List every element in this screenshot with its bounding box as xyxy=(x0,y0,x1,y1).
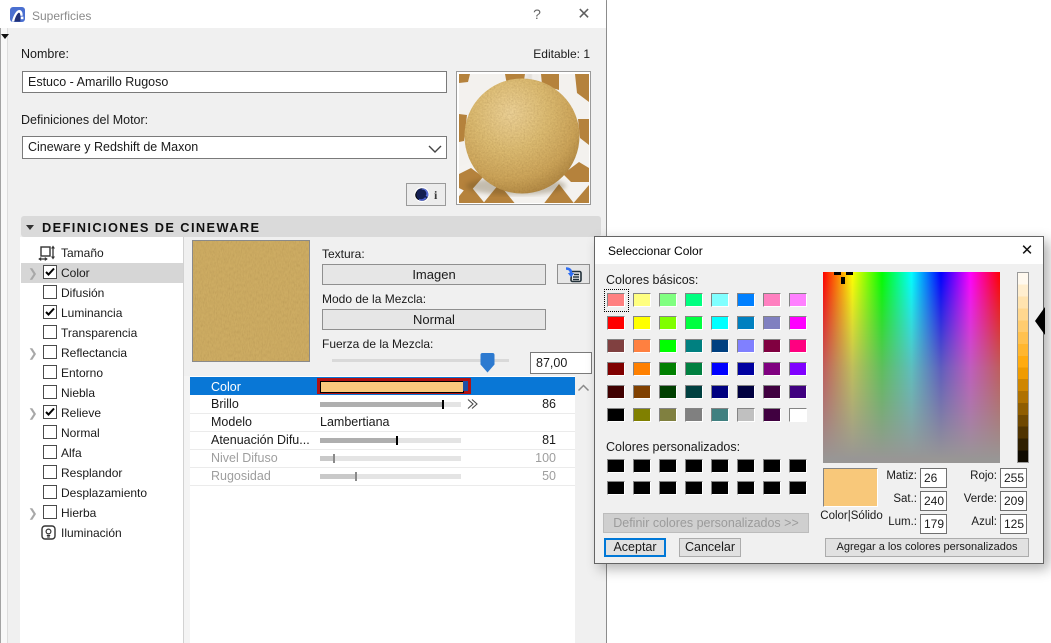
svg-text:i: i xyxy=(434,188,438,202)
